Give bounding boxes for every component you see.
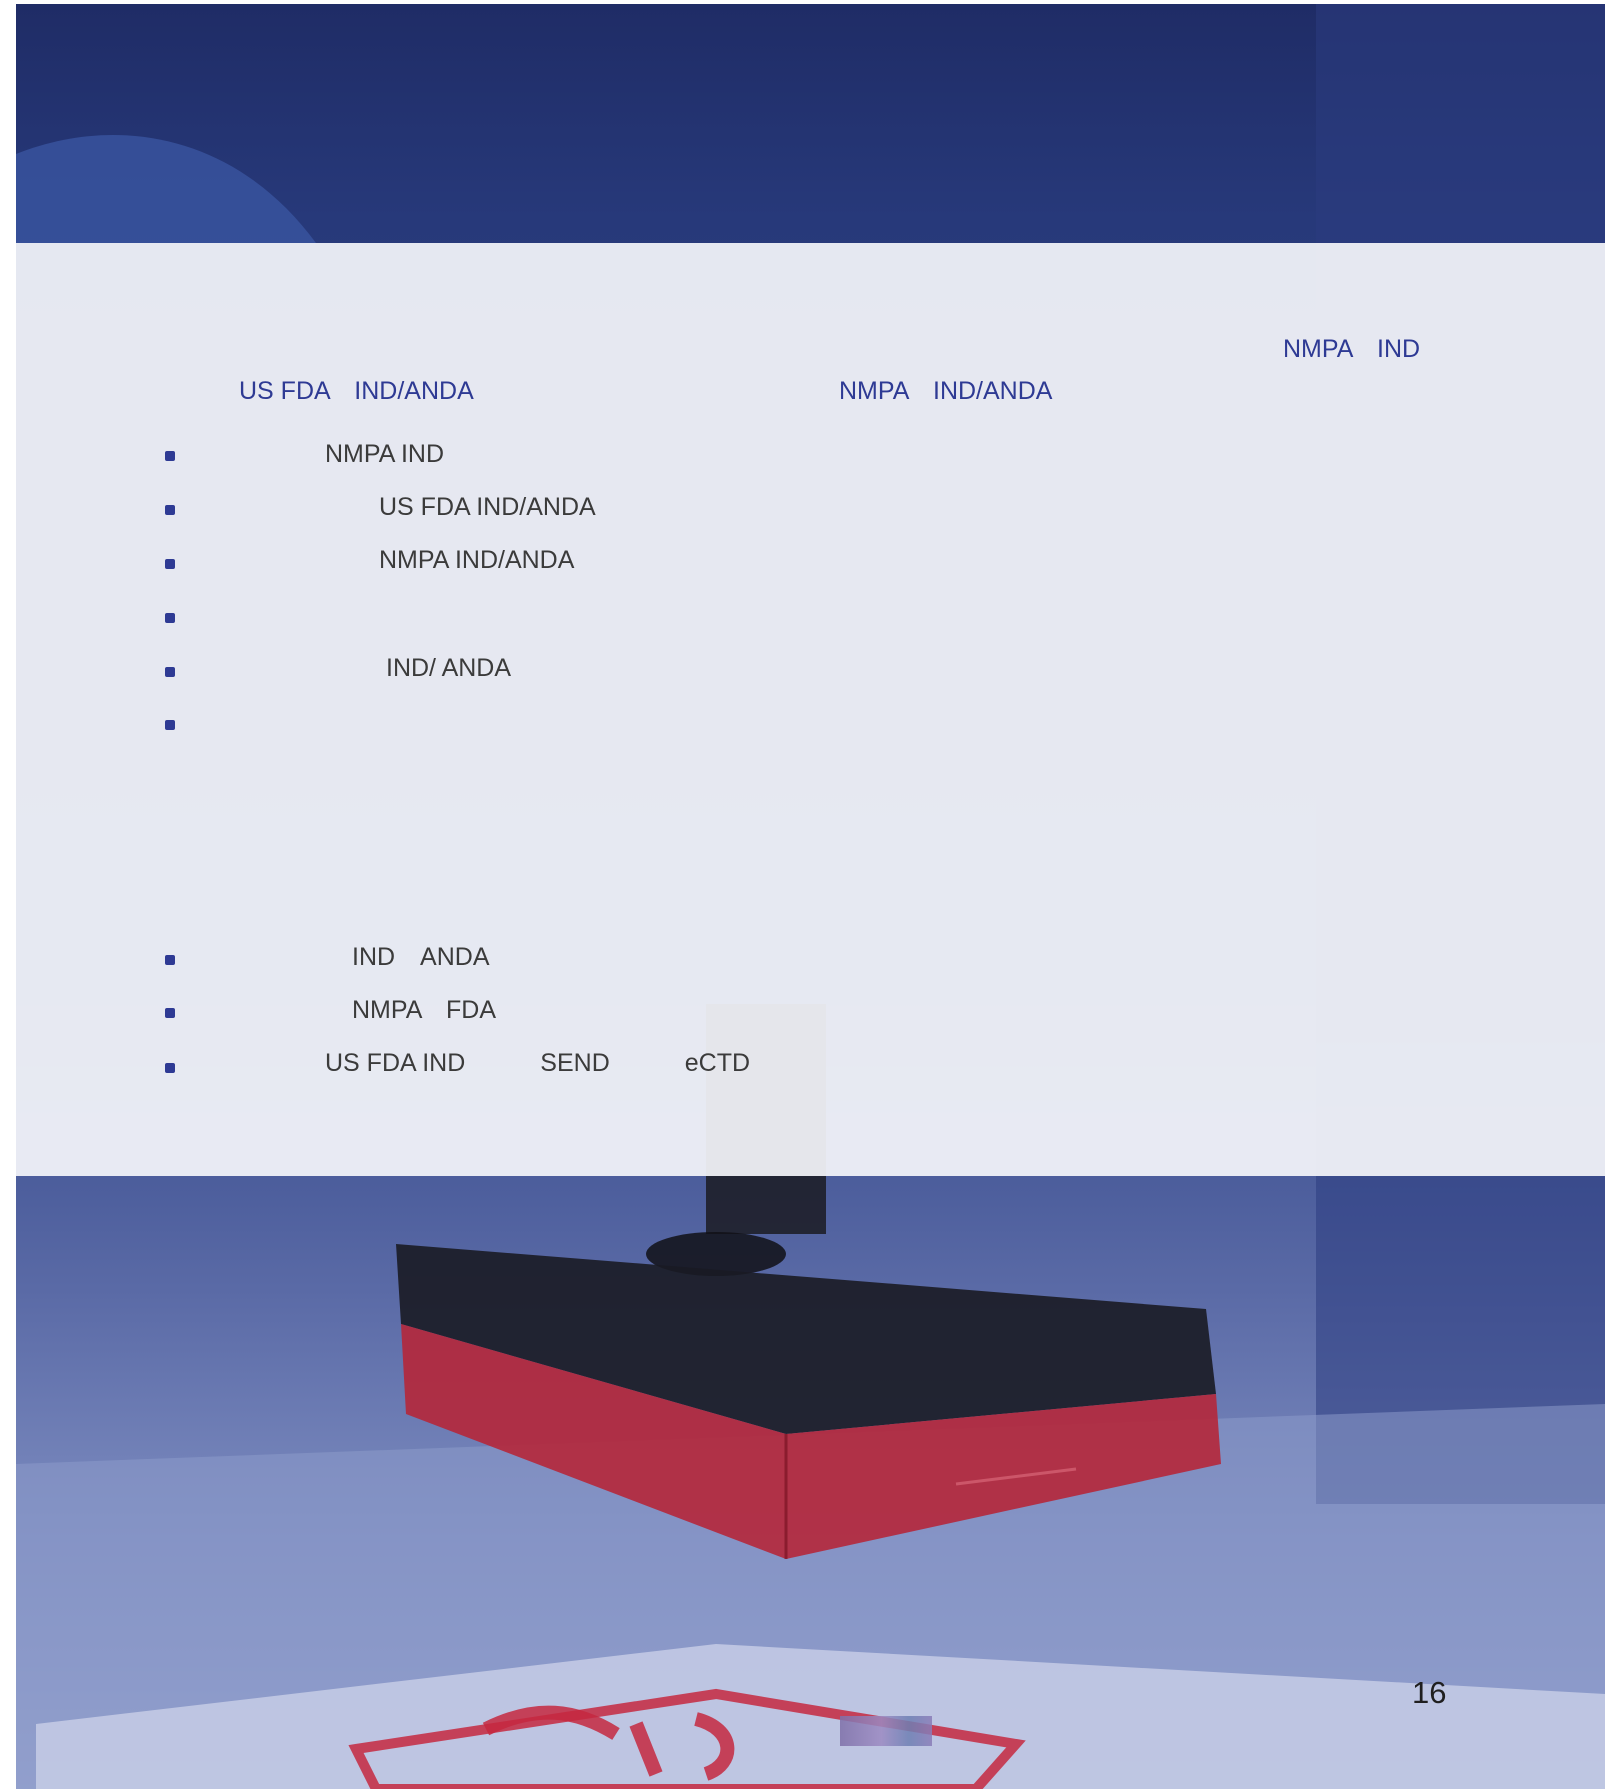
list-item: US FDA IND SEND eCTD — [325, 1049, 751, 1077]
document-page: NMPA IND US FDA IND/ANDA NMPA IND/ANDA N… — [16, 4, 1605, 1789]
label-nmpa-ind-anda: NMPA IND/ANDA — [839, 377, 1053, 405]
list-item: US FDA IND/ANDA — [379, 493, 596, 521]
bullet-marker — [165, 1063, 175, 1073]
bullet-marker — [165, 559, 175, 569]
list-item: IND ANDA — [352, 943, 490, 971]
label-nmpa-ind-top-right: NMPA IND — [1283, 335, 1421, 363]
list-item: NMPA IND/ANDA — [379, 546, 575, 574]
label-us-fda-ind-anda: US FDA IND/ANDA — [239, 377, 474, 405]
bullet-marker — [165, 451, 175, 461]
list-item: IND/ ANDA — [386, 654, 512, 682]
bullet-marker — [165, 1008, 175, 1018]
bullet-marker — [165, 955, 175, 965]
content-panel: NMPA IND US FDA IND/ANDA NMPA IND/ANDA N… — [16, 243, 1605, 1176]
page-number: 16 — [1412, 1675, 1447, 1710]
list-item: NMPA IND — [325, 440, 444, 468]
bullet-marker — [165, 667, 175, 677]
list-item: NMPA FDA — [352, 996, 496, 1024]
bullet-marker — [165, 505, 175, 515]
footer-logo-mark — [840, 1716, 932, 1746]
bullet-marker — [165, 613, 175, 623]
bullet-marker — [165, 720, 175, 730]
